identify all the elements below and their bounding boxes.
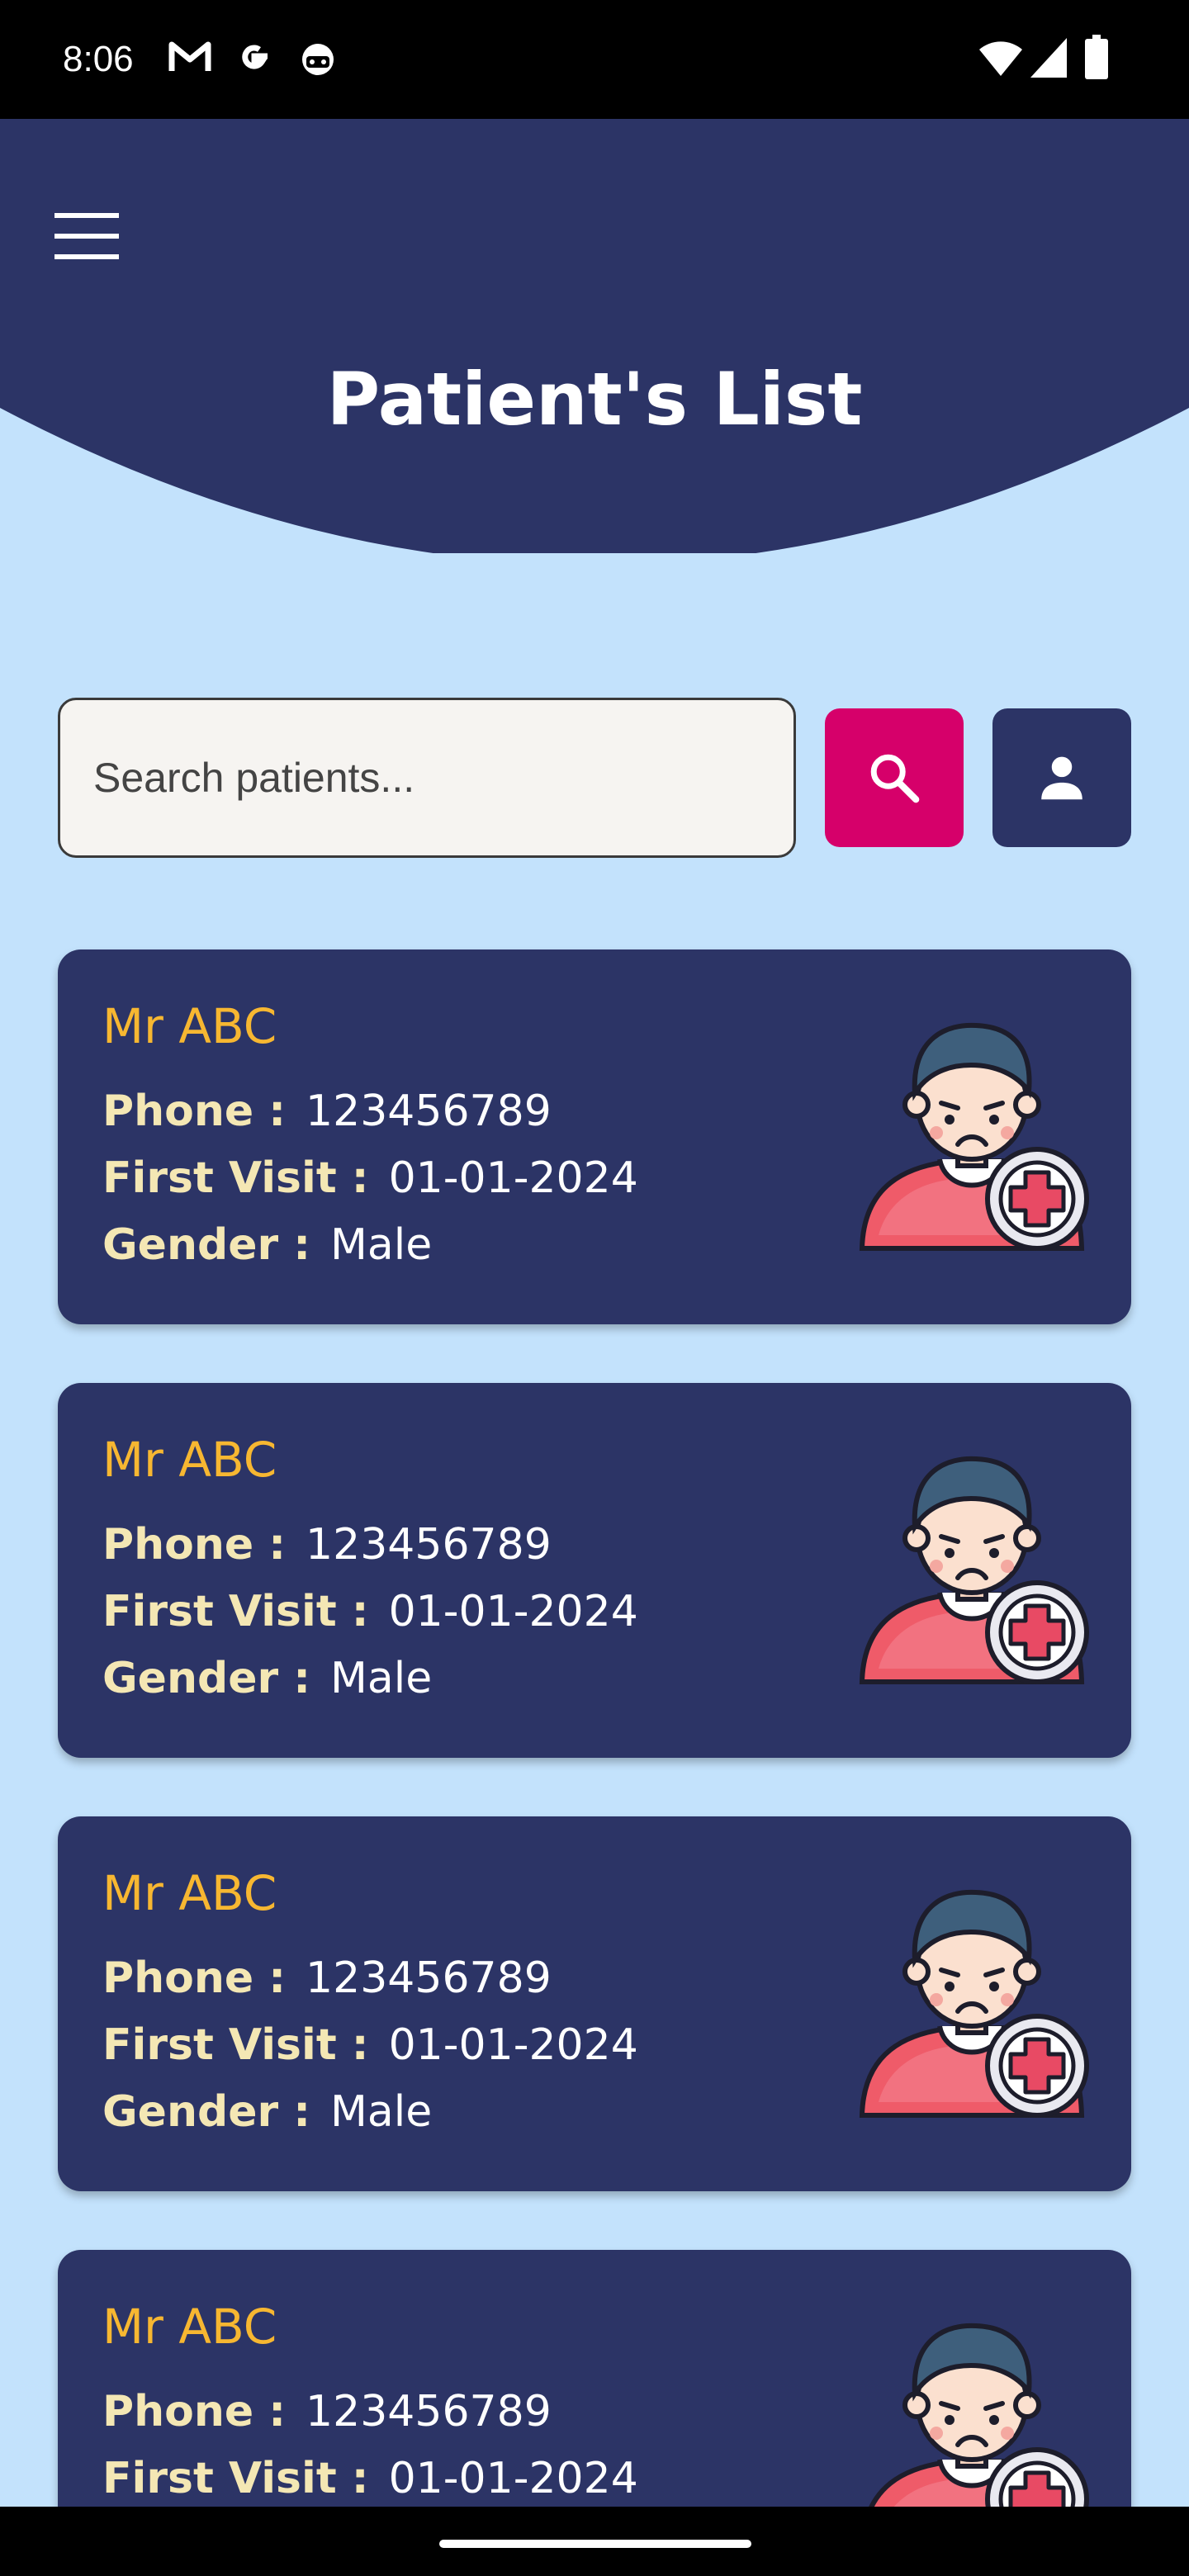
patient-phone: 123456789 (306, 1953, 552, 2003)
menu-button[interactable] (53, 211, 121, 261)
patient-card[interactable]: Mr ABC Phone : 123456789 First Visit : 01-… (58, 1383, 1131, 1758)
android-debug-icon (302, 44, 334, 75)
patient-gender-row: Gender : Male (102, 1219, 432, 1271)
sick-patient-avatar-icon (859, 1022, 1089, 1251)
patient-gender: Male (330, 2087, 433, 2137)
patient-gender: Male (330, 1654, 433, 1703)
patient-phone-row: Phone : 123456789 (102, 2385, 552, 2438)
patient-gender-row: Gender : Male (102, 2086, 432, 2138)
patient-gender: Male (330, 1220, 433, 1270)
patient-name: Mr ABC (102, 998, 277, 1054)
patient-first-visit-row: First Visit : 01-01-2024 (102, 1152, 638, 1205)
phone-label: Phone : (102, 1953, 287, 2003)
phone-label: Phone : (102, 2387, 287, 2436)
search-button[interactable] (825, 708, 964, 847)
profile-button[interactable] (992, 708, 1131, 847)
page-title: Patient's List (326, 357, 863, 442)
header-background (0, 119, 1189, 553)
patient-first-visit-row: First Visit : 01-01-2024 (102, 2452, 638, 2505)
gender-label: Gender : (102, 1654, 311, 1703)
patient-name: Mr ABC (102, 2299, 277, 2355)
patient-card[interactable]: Mr ABC Phone : 123456789 First Visit : 01-… (58, 1816, 1131, 2191)
gender-label: Gender : (102, 1220, 311, 1270)
patient-phone-row: Phone : 123456789 (102, 1952, 552, 2005)
status-time: 8:06 (63, 39, 134, 79)
patient-first-visit: 01-01-2024 (388, 1587, 638, 1636)
patient-first-visit-row: First Visit : 01-01-2024 (102, 1585, 638, 1638)
sick-patient-avatar-icon (859, 1889, 1089, 2118)
wifi-icon (979, 41, 1022, 76)
person-icon (1041, 756, 1082, 800)
patient-name: Mr ABC (102, 1432, 277, 1488)
first-visit-label: First Visit : (102, 1587, 369, 1636)
patient-first-visit: 01-01-2024 (388, 2454, 638, 2503)
patient-card[interactable]: Mr ABC Phone : 123456789 First Visit : 01-… (58, 949, 1131, 1324)
patient-first-visit: 01-01-2024 (388, 2020, 638, 2070)
signal-icon (1030, 38, 1067, 78)
hamburger-menu-icon (54, 213, 119, 259)
patient-phone: 123456789 (306, 2387, 552, 2436)
patient-phone: 123456789 (306, 1520, 552, 1570)
header: Patient's List (0, 119, 1189, 553)
patient-phone-row: Phone : 123456789 (102, 1085, 552, 1138)
patient-gender-row: Gender : Male (102, 1652, 432, 1705)
search-icon (870, 754, 920, 803)
gender-label: Gender : (102, 2087, 311, 2137)
patient-name: Mr ABC (102, 1865, 277, 1921)
patient-first-visit: 01-01-2024 (388, 1153, 638, 1203)
first-visit-label: First Visit : (102, 1153, 369, 1203)
patient-phone: 123456789 (306, 1087, 552, 1136)
patient-phone-row: Phone : 123456789 (102, 1518, 552, 1571)
gmail-icon (168, 41, 211, 71)
home-gesture-handle[interactable] (439, 2540, 751, 2548)
search-input[interactable] (58, 698, 796, 858)
first-visit-label: First Visit : (102, 2020, 369, 2070)
navigation-bar (0, 2507, 1189, 2576)
status-bar: 8:06 (0, 0, 1189, 119)
google-icon (242, 45, 268, 69)
patient-first-visit-row: First Visit : 01-01-2024 (102, 2019, 638, 2072)
battery-icon (1085, 35, 1108, 79)
first-visit-label: First Visit : (102, 2454, 369, 2503)
sick-patient-avatar-icon (859, 1456, 1089, 1684)
phone-label: Phone : (102, 1520, 287, 1570)
phone-label: Phone : (102, 1087, 287, 1136)
